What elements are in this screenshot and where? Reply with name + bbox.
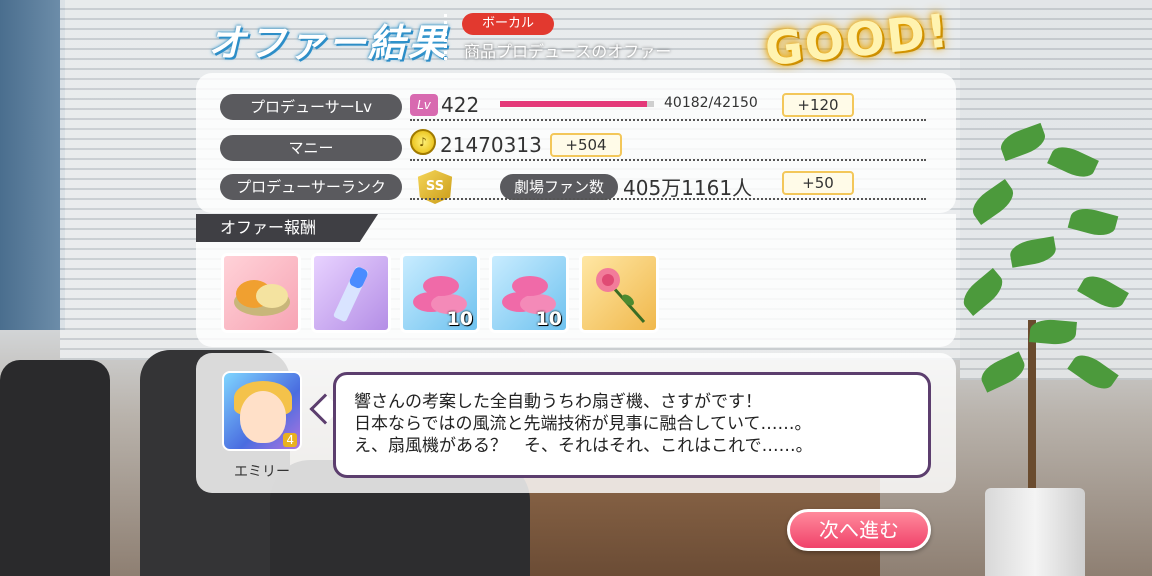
lv-icon: Lv (410, 94, 438, 116)
avatar-face (240, 391, 286, 443)
theater-fans-value: 405万1161人 (623, 176, 753, 200)
row-divider (410, 159, 926, 161)
reward-qty: 10 (535, 308, 562, 330)
exp-progress-bar (500, 101, 654, 107)
exp-progress-fill (500, 101, 647, 107)
exp-text: 40182/42150 (664, 95, 758, 111)
next-button[interactable]: 次へ進む (787, 509, 931, 551)
speech-line: 響さんの考案した全自動うちわ扇ぎ機、さすがです！ (354, 392, 762, 412)
reward-item[interactable] (221, 253, 301, 333)
coin-icon: ♪ (410, 129, 436, 155)
producer-lv-gain: +120 (782, 93, 854, 117)
producer-rank-label: プロデューサーランク (220, 174, 402, 200)
money-value: 21470313 (440, 133, 542, 157)
speech-line: え、扇風機がある？ そ、それはそれ、これはこれで……。 (354, 436, 813, 456)
offer-name: 商品プロデュースのオファー (464, 42, 672, 61)
speech-bubble: 響さんの考案した全自動うちわ扇ぎ機、さすがです！ 日本ならではの風流と先端技術が… (333, 372, 931, 478)
lipstick-icon (333, 266, 369, 322)
plant-pot (985, 488, 1085, 576)
row-divider (410, 198, 926, 200)
rose-icon (596, 268, 646, 323)
cosmetic-compact-icon (234, 280, 290, 316)
producer-lv-label: プロデューサーLv (220, 94, 402, 120)
title-divider (444, 14, 447, 60)
theater-fans-gain: +50 (782, 171, 854, 195)
speech-line: 日本ならではの風流と先端技術が見事に融合していて……。 (354, 414, 812, 434)
card-star-count: 4 (283, 433, 297, 447)
character-card-avatar[interactable]: 4 (222, 371, 302, 451)
potted-plant (940, 110, 1150, 490)
reward-item[interactable] (579, 253, 659, 333)
reward-item[interactable]: 10 (489, 253, 569, 333)
money-gain: +504 (550, 133, 622, 157)
row-divider (410, 119, 926, 121)
category-badge: ボーカル (462, 13, 554, 35)
character-name: エミリー (234, 464, 290, 480)
theater-fans-label: 劇場ファン数 (500, 174, 618, 200)
producer-lv-value: 422 (441, 93, 480, 117)
rewards-header: オファー報酬 (196, 214, 378, 242)
reward-item[interactable]: 10 (400, 253, 480, 333)
background-chair (0, 360, 110, 576)
reward-item[interactable] (311, 253, 391, 333)
money-label: マニー (220, 135, 402, 161)
background-blue-wall (0, 0, 65, 330)
page-title: オファー結果 (208, 21, 449, 65)
reward-qty: 10 (446, 308, 473, 330)
